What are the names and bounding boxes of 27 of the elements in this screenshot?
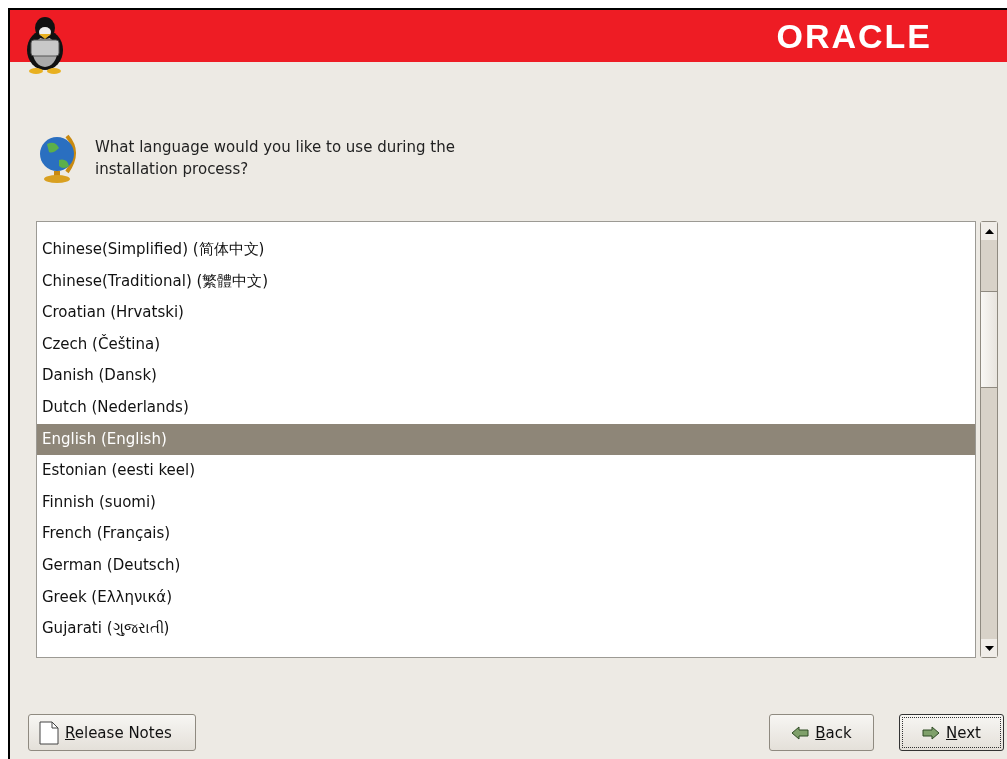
- language-item[interactable]: Estonian (eesti keel): [37, 455, 975, 487]
- language-item[interactable]: English (English): [37, 423, 975, 456]
- right-arrow-icon: [922, 725, 940, 740]
- language-item[interactable]: Chinese(Traditional) (繁體中文): [37, 265, 975, 298]
- back-button[interactable]: Back: [769, 714, 874, 751]
- document-icon: [39, 720, 59, 745]
- language-item[interactable]: Finnish (suomi): [37, 486, 975, 519]
- scrollbar[interactable]: [980, 221, 998, 658]
- language-item[interactable]: Dutch (Nederlands): [37, 391, 975, 424]
- language-item[interactable]: French (Français): [37, 518, 975, 550]
- language-item[interactable]: Chinese(Simplified) (简体中文): [37, 234, 975, 266]
- next-button[interactable]: Next: [899, 714, 1004, 751]
- language-item[interactable]: Czech (Čeština): [37, 328, 975, 361]
- language-item[interactable]: Croatian (Hrvatski): [37, 297, 975, 329]
- release-notes-button[interactable]: Release Notes: [28, 714, 196, 751]
- scroll-thumb[interactable]: [981, 291, 997, 388]
- language-item[interactable]: Gujarati (ગુજરાતી): [37, 613, 975, 645]
- language-item[interactable]: Danish (Dansk): [37, 360, 975, 392]
- down-arrow-icon: [984, 645, 994, 651]
- scroll-down-button[interactable]: [981, 639, 997, 657]
- scroll-up-button[interactable]: [981, 222, 997, 240]
- up-arrow-icon: [984, 228, 994, 234]
- oracle-logo: ORACLE: [776, 16, 932, 56]
- language-item[interactable]: Greek (Ελληνικά): [37, 581, 975, 614]
- language-item[interactable]: German (Deutsch): [37, 549, 975, 582]
- question-text: What language would you like to use during the installation process?: [95, 137, 456, 180]
- left-arrow-icon: [791, 725, 810, 740]
